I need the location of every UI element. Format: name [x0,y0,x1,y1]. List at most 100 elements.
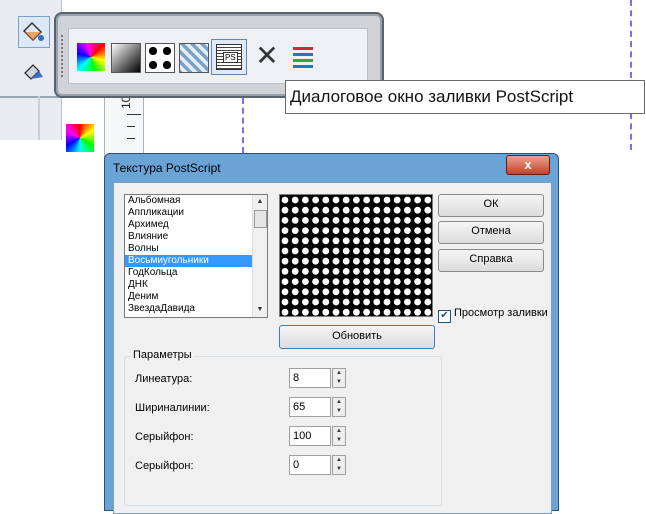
scroll-down-icon[interactable]: ▼ [253,303,267,317]
pattern-dot [281,237,289,245]
texture-list-item[interactable]: Волны [125,243,267,255]
texture-list-item[interactable]: Восьмиугольники [125,255,267,267]
pattern-dot [332,288,340,296]
fountain-fill-icon[interactable] [111,43,141,73]
parameters-group: Параметры Линеатура: 8 ▲ ▼ Ширинaлинии: 6… [124,349,442,506]
color-docker-icon[interactable] [289,43,317,71]
color-swatch-icon[interactable] [66,124,94,152]
pattern-dot [322,227,330,234]
pattern-dot [404,298,411,306]
texture-list-item[interactable]: Деним [125,291,267,303]
spinner-icon[interactable]: ▲ ▼ [332,397,346,417]
pattern-dot [383,268,391,275]
pattern-dot [414,288,421,296]
pattern-dot [373,237,381,245]
pattern-dot [302,206,309,214]
pattern-dot [414,217,421,224]
cancel-button[interactable]: Отмена [438,221,544,244]
pattern-dot [404,227,411,234]
param-input[interactable]: 0 [289,455,331,475]
checkbox-checked-icon[interactable]: ✔ [438,310,451,323]
pattern-dot [302,217,309,224]
texture-list[interactable]: Альбомная Аппликации Архимед Влияние Волны Во… [124,194,268,318]
texture-list-item[interactable]: Влияние [125,231,267,243]
interactive-fill-icon[interactable] [18,54,50,86]
pattern-dot [404,247,411,255]
uniform-fill-icon[interactable] [77,43,105,71]
preview-fill-checkbox[interactable]: ✔ Просмотр заливки [438,307,548,323]
spinner-icon[interactable]: ▲ ▼ [332,368,346,388]
ruler-tick [127,114,141,115]
pattern-dot [302,298,309,306]
pattern-dot [404,278,411,285]
pattern-dot [404,268,411,275]
texture-list-item[interactable]: ГодКольца [125,267,267,279]
pattern-dot [353,288,360,296]
close-button[interactable]: x [506,155,550,175]
texture-list-item[interactable]: Альбомная [125,195,267,207]
pattern-dot [332,298,340,306]
ok-button[interactable]: ОК [438,194,544,217]
postscript-fill-icon[interactable]: PS [211,39,247,75]
pattern-dot [424,278,432,285]
pattern-dot [312,247,319,255]
pattern-dot [291,257,299,265]
pattern-dot [363,227,370,234]
pattern-dot [414,308,421,316]
pattern-dot [373,247,381,255]
pattern-dot [291,247,299,255]
pattern-dot [363,217,370,224]
pattern-dot [291,268,299,275]
pattern-dot [414,278,421,285]
pattern-dot [363,268,370,275]
pattern-dot [414,247,421,255]
pattern-dot [281,206,289,214]
texture-list-item[interactable]: ДНК [125,279,267,291]
pattern-dot [322,298,330,306]
fill-tool-icon[interactable] [18,16,50,48]
texture-fill-icon[interactable] [179,43,209,73]
pattern-dot [281,217,289,224]
pattern-dot [291,278,299,285]
no-fill-icon[interactable]: ✕ [253,42,281,71]
pattern-dot [291,308,299,316]
pattern-dot [281,227,289,234]
pattern-dot [342,196,350,204]
texture-list-item[interactable]: Архимед [125,219,267,231]
spinner-icon[interactable]: ▲ ▼ [332,426,346,446]
pattern-dot [342,257,350,265]
pattern-dot [342,237,350,245]
pattern-dot [383,288,391,296]
pattern-dot [281,308,289,316]
help-button[interactable]: Справка [438,249,544,272]
list-scrollbar[interactable]: ▲ ▼ [252,195,267,317]
pattern-dot [342,268,350,275]
parameters-title: Параметры [131,349,194,361]
ruler-tick [127,138,135,139]
scroll-up-icon[interactable]: ▲ [253,195,267,209]
pattern-dot [322,257,330,265]
param-input[interactable]: 8 [289,368,331,388]
pattern-dot [302,196,309,204]
texture-list-item[interactable]: ЗвездаДавида [125,303,267,315]
scroll-thumb[interactable] [254,210,267,228]
pattern-dot [404,206,411,214]
param-input[interactable]: 65 [289,397,331,417]
pattern-dot [393,237,401,245]
spinner-icon[interactable]: ▲ ▼ [332,455,346,475]
pattern-dot [302,288,309,296]
pattern-dot [312,257,319,265]
texture-list-item[interactable]: Аппликации [125,207,267,219]
pattern-dot [281,247,289,255]
two-color-pattern-icon[interactable] [145,43,175,73]
pattern-dot [404,288,411,296]
refresh-button[interactable]: Обновить [279,325,435,349]
pattern-dot [281,268,289,275]
grip-handle[interactable] [61,35,65,77]
pattern-dot [312,268,319,275]
pattern-dot [424,288,432,296]
param-label: Серыйфон: [135,431,194,443]
param-input[interactable]: 100 [289,426,331,446]
pattern-dot [383,217,391,224]
pattern-dot [312,227,319,234]
